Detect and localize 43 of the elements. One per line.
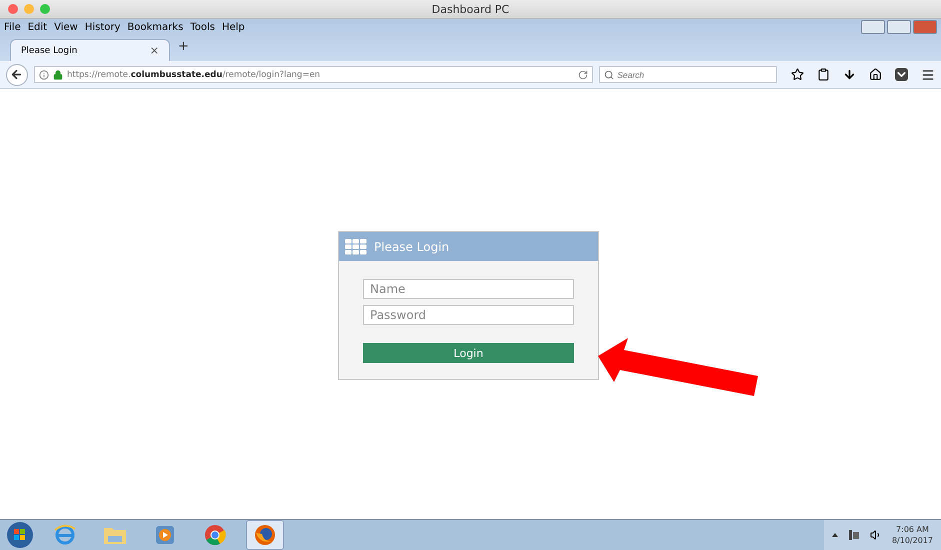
window-title: Dashboard PC — [432, 2, 510, 16]
menu-item[interactable]: File — [4, 22, 21, 32]
menu-icon[interactable] — [920, 68, 935, 82]
menu-item[interactable]: Edit — [28, 22, 48, 32]
download-icon[interactable] — [842, 68, 856, 81]
search-field[interactable]: Search — [599, 66, 777, 83]
input-field[interactable]: Password — [363, 305, 574, 325]
input-field[interactable]: Name — [363, 279, 574, 299]
search-icon — [604, 70, 614, 80]
info-icon[interactable] — [38, 70, 49, 80]
address-bar[interactable]: https://remote.columbusstate.edu/remote/login?lang=en — [34, 66, 594, 83]
grid-logo-icon — [345, 238, 367, 254]
tab-title: Please Login — [21, 46, 78, 56]
caret-icon[interactable] — [832, 533, 838, 537]
back-arrow-icon — [10, 68, 24, 81]
menu-item[interactable]: Tools — [190, 22, 215, 32]
menu-item[interactable]: View — [54, 22, 78, 32]
tab-close-button[interactable]: × — [150, 44, 159, 57]
start-button[interactable] — [6, 521, 34, 549]
lock-icon — [52, 70, 63, 80]
bookmark-star-icon[interactable] — [790, 68, 804, 81]
taskbar-app[interactable] — [246, 520, 284, 550]
close-icon[interactable] — [8, 4, 18, 14]
menu-item[interactable]: History — [84, 22, 120, 32]
clock-time: 7:06 AM — [896, 524, 929, 535]
url-text: https://remote.columbusstate.edu/remote/login?lang=en — [66, 70, 320, 80]
clipboard-icon[interactable] — [816, 68, 830, 81]
minimize-button[interactable] — [861, 20, 885, 34]
clock-date: 8/10/2017 — [892, 535, 933, 546]
play-icon — [155, 525, 175, 545]
volume-icon[interactable] — [870, 529, 882, 541]
restore-button[interactable] — [887, 20, 911, 34]
menu-item[interactable]: Help — [222, 22, 245, 32]
browser-logo-icon — [204, 524, 226, 546]
card-title: Please Login — [374, 240, 450, 254]
login-button[interactable]: Login — [363, 343, 574, 363]
home-icon[interactable] — [868, 68, 882, 81]
browser-tab[interactable]: Please Login × — [10, 39, 170, 61]
menu-item[interactable]: Bookmarks — [127, 22, 184, 32]
new-tab-button[interactable]: + — [178, 39, 189, 61]
reload-icon[interactable] — [578, 70, 588, 80]
back-button[interactable] — [6, 64, 28, 86]
folder-icon — [103, 525, 127, 545]
